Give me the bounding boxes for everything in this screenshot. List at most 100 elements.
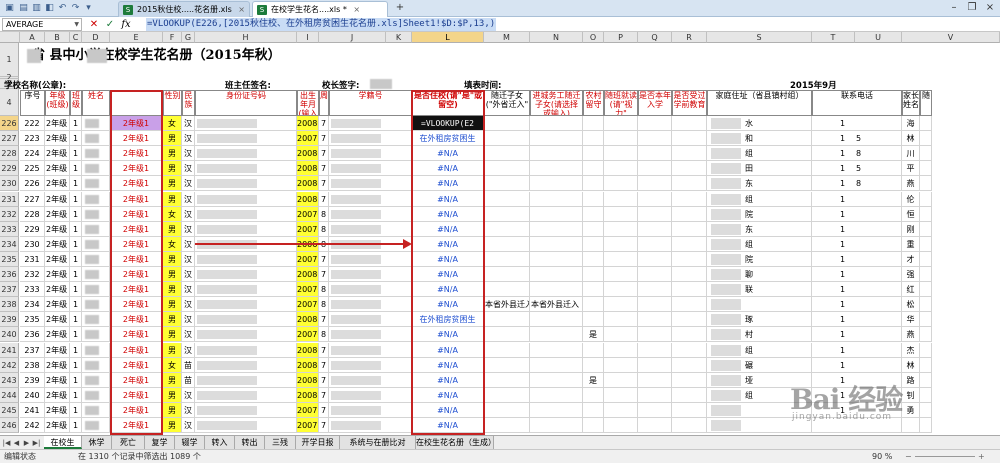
name-cell[interactable]: [82, 116, 110, 132]
name-cell[interactable]: [82, 221, 110, 237]
only-child-cell[interactable]: [638, 402, 672, 418]
ethnic-cell[interactable]: 汉: [182, 191, 195, 207]
city-migrant-cell[interactable]: [530, 312, 583, 328]
row-header[interactable]: 230: [0, 176, 19, 192]
row-header[interactable]: 236: [0, 267, 19, 283]
birth-cell[interactable]: 20080830: [297, 267, 319, 283]
grade-class-cell[interactable]: 2年级1: [110, 176, 163, 192]
preschool-cell[interactable]: [672, 342, 707, 358]
confirm-formula-icon[interactable]: ✓: [104, 18, 116, 31]
grade-cell[interactable]: 2年级: [45, 402, 70, 418]
only-child-cell[interactable]: [638, 357, 672, 373]
disabled-cell[interactable]: [604, 372, 638, 388]
first-sheet-icon[interactable]: |◀: [2, 437, 11, 449]
prev-sheet-icon[interactable]: ◀: [12, 437, 21, 449]
column-header-j[interactable]: J: [319, 32, 386, 43]
ethnic-cell[interactable]: 汉: [182, 297, 195, 313]
formula-input[interactable]: =VLOOKUP(E226,[2015秋住校、在外租房贫困生花名册.xls]Sh…: [146, 18, 497, 31]
file-tab-2[interactable]: S 在校学生花名....xls * ×: [252, 1, 388, 17]
seq-cell[interactable]: 237: [20, 342, 45, 358]
redo-icon[interactable]: ↷: [70, 3, 81, 14]
only-child-cell[interactable]: [638, 206, 672, 222]
phone-extra-cell[interactable]: [855, 206, 902, 222]
seq-cell[interactable]: 240: [20, 387, 45, 403]
seq-cell[interactable]: 236: [20, 327, 45, 343]
city-migrant-cell[interactable]: 本省外县迁入: [530, 297, 583, 313]
column-header-e[interactable]: E: [110, 32, 163, 43]
boarding-cell[interactable]: #N/A: [412, 372, 484, 388]
address-cell[interactable]: 组: [707, 236, 812, 252]
grade-class-cell[interactable]: 2年级1: [110, 191, 163, 207]
student-no-cell[interactable]: [329, 297, 412, 313]
phone-extra-cell[interactable]: [855, 191, 902, 207]
rural-cell[interactable]: [583, 297, 604, 313]
boarding-cell[interactable]: 在外租房贫困生: [412, 131, 484, 147]
gender-cell[interactable]: 男: [163, 131, 182, 147]
class-cell[interactable]: 1: [70, 206, 82, 222]
preschool-cell[interactable]: [672, 297, 707, 313]
boarding-cell[interactable]: #N/A: [412, 221, 484, 237]
gender-cell[interactable]: 男: [163, 327, 182, 343]
column-header-b[interactable]: B: [45, 32, 70, 43]
guardian-cell[interactable]: 重: [902, 236, 920, 252]
id-number-cell[interactable]: [195, 372, 297, 388]
ethnic-cell[interactable]: 汉: [182, 402, 195, 418]
migrant-cell[interactable]: [484, 131, 530, 147]
row-header[interactable]: 240: [0, 327, 19, 343]
id-number-cell[interactable]: [195, 206, 297, 222]
address-cell[interactable]: 组: [707, 342, 812, 358]
seq-cell[interactable]: 234: [20, 297, 45, 313]
class-cell[interactable]: 1: [70, 251, 82, 267]
select-all-corner[interactable]: [0, 32, 20, 43]
rural-cell[interactable]: [583, 251, 604, 267]
sheet-tab-7[interactable]: 三残: [265, 436, 296, 449]
extra-cell[interactable]: [920, 116, 932, 132]
migrant-cell[interactable]: [484, 251, 530, 267]
preschool-cell[interactable]: [672, 191, 707, 207]
next-sheet-icon[interactable]: ▶: [22, 437, 31, 449]
address-cell[interactable]: 院: [707, 206, 812, 222]
disabled-cell[interactable]: [604, 221, 638, 237]
name-cell[interactable]: [82, 146, 110, 162]
id-number-cell[interactable]: [195, 312, 297, 328]
grade-class-cell[interactable]: 2年级1: [110, 131, 163, 147]
seq-cell[interactable]: 238: [20, 357, 45, 373]
guardian-cell[interactable]: 才: [902, 251, 920, 267]
disabled-cell[interactable]: [604, 236, 638, 252]
boarding-cell[interactable]: #N/A: [412, 282, 484, 298]
rural-cell[interactable]: [583, 221, 604, 237]
id-number-cell[interactable]: [195, 297, 297, 313]
rural-cell[interactable]: [583, 161, 604, 177]
row-header[interactable]: 1: [0, 43, 19, 77]
week-cell[interactable]: 8: [319, 282, 329, 298]
gender-cell[interactable]: 男: [163, 191, 182, 207]
week-cell[interactable]: 7: [319, 176, 329, 192]
boarding-cell[interactable]: #N/A: [412, 191, 484, 207]
id-number-cell[interactable]: [195, 176, 297, 192]
city-migrant-cell[interactable]: [530, 282, 583, 298]
rural-cell[interactable]: [583, 206, 604, 222]
name-cell[interactable]: [82, 282, 110, 298]
ethnic-cell[interactable]: 汉: [182, 327, 195, 343]
row-header[interactable]: 244: [0, 387, 19, 403]
sheet-tab-5[interactable]: 转入: [205, 436, 235, 449]
zoom-level[interactable]: 90 %: [872, 450, 892, 463]
city-migrant-cell[interactable]: [530, 161, 583, 177]
preschool-cell[interactable]: [672, 387, 707, 403]
extra-cell[interactable]: [920, 221, 932, 237]
preschool-cell[interactable]: [672, 282, 707, 298]
spreadsheet-grid[interactable]: ABCDEFGHIJKLMNOPQRSTUV 1 234 省 县中小学在校学生花名册（…: [0, 32, 1000, 435]
week-cell[interactable]: 8: [319, 297, 329, 313]
undo-icon[interactable]: ↶: [57, 3, 68, 14]
class-cell[interactable]: 1: [70, 402, 82, 418]
column-header-t[interactable]: T: [812, 32, 855, 43]
address-cell[interactable]: 组: [707, 146, 812, 162]
name-cell[interactable]: [82, 418, 110, 434]
row-header[interactable]: 239: [0, 312, 19, 328]
boarding-cell[interactable]: #N/A: [412, 267, 484, 283]
only-child-cell[interactable]: [638, 282, 672, 298]
id-number-cell[interactable]: [195, 327, 297, 343]
gender-cell[interactable]: 男: [163, 297, 182, 313]
address-cell[interactable]: 东: [707, 221, 812, 237]
city-migrant-cell[interactable]: [530, 236, 583, 252]
